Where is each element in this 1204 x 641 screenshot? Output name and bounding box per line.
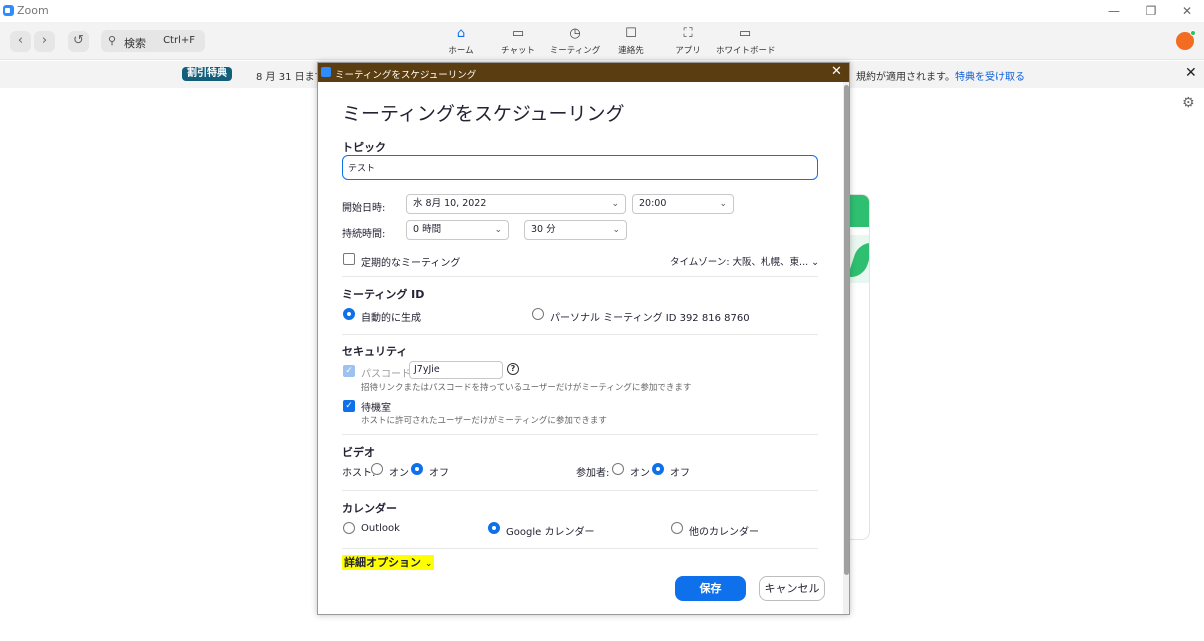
- save-button[interactable]: 保存: [675, 576, 746, 601]
- search-box[interactable]: ⚲ 検索 Ctrl+F: [101, 30, 205, 52]
- passcode-hint: 招待リンクまたはパスコードを持っているユーザーだけがミーティングに参加できます: [361, 383, 692, 393]
- promo-badge: 割引特典: [182, 67, 232, 81]
- dialog-window-title: ミーティングをスケジューリング: [335, 70, 477, 81]
- calendar-google-label: Google カレンダー: [506, 527, 595, 538]
- chevron-down-icon: ⌄: [612, 225, 620, 235]
- video-label: ビデオ: [342, 446, 375, 459]
- recurring-label: 定期的なミーティング: [361, 258, 461, 269]
- start-time-select[interactable]: 20:00 ⌄: [632, 194, 734, 214]
- meeting-id-personal-radio[interactable]: [532, 308, 544, 320]
- waiting-room-label: 待機室: [361, 403, 391, 414]
- video-host-off-label: オフ: [429, 468, 449, 479]
- clock-icon: ◷: [569, 26, 581, 41]
- zoom-logo-icon: [3, 5, 14, 16]
- video-participant-off-radio[interactable]: [652, 463, 664, 475]
- apps-icon: ⛶: [683, 26, 693, 41]
- chevron-down-icon: ⌄: [611, 199, 619, 209]
- duration-label: 持続時間:: [342, 229, 386, 240]
- recurring-checkbox[interactable]: [343, 253, 355, 265]
- scrollbar-thumb[interactable]: [844, 85, 849, 575]
- back-arrow-icon[interactable]: ‹: [10, 31, 31, 52]
- meeting-id-label: ミーティング ID: [342, 288, 425, 301]
- zoom-logo-icon: [321, 67, 331, 77]
- meeting-id-auto-radio[interactable]: [343, 308, 355, 320]
- gear-icon[interactable]: ⚙: [1182, 95, 1195, 111]
- video-participant-off-label: オフ: [670, 468, 690, 479]
- minimize-icon[interactable]: —: [1099, 2, 1129, 20]
- history-icon[interactable]: ↺: [68, 31, 89, 52]
- calendar-outlook-radio[interactable]: [343, 522, 355, 534]
- app-title: Zoom: [17, 4, 49, 17]
- topic-label: トピック: [342, 141, 386, 154]
- restore-icon[interactable]: ❐: [1136, 2, 1166, 20]
- meeting-id-personal-label: パーソナル ミーティング ID 392 816 8760: [550, 313, 750, 324]
- online-status-icon: [1190, 30, 1196, 36]
- close-window-icon[interactable]: ✕: [1172, 2, 1202, 20]
- home-icon: ⌂: [456, 26, 466, 41]
- passcode-checkbox: ✓: [343, 365, 355, 377]
- passcode-label: パスコード: [361, 369, 411, 380]
- meeting-id-auto-label: 自動的に生成: [361, 313, 421, 324]
- tab-whiteboard[interactable]: ▭ ホワイトボード: [716, 26, 776, 58]
- topic-input[interactable]: [342, 155, 818, 180]
- divider: [342, 276, 818, 277]
- chevron-down-icon: ⌄: [494, 225, 502, 235]
- search-shortcut: Ctrl+F: [163, 35, 195, 46]
- schedule-meeting-dialog: ミーティングをスケジューリング ✕ ミーティングをスケジューリング トピック 開…: [317, 62, 850, 615]
- advanced-options-toggle[interactable]: 詳細オプション ⌄: [342, 555, 435, 570]
- video-participant-label: 参加者:: [576, 468, 610, 479]
- duration-minutes-select[interactable]: 30 分 ⌄: [524, 220, 627, 240]
- dialog-titlebar: ミーティングをスケジューリング ✕: [318, 63, 849, 82]
- tab-home[interactable]: ⌂ ホーム: [432, 26, 490, 58]
- chevron-down-icon: ⌄: [719, 199, 727, 209]
- start-label: 開始日時:: [342, 203, 386, 214]
- tab-contacts[interactable]: ☐ 連絡先: [602, 26, 660, 58]
- chevron-down-icon: ⌄: [811, 257, 820, 268]
- chevron-down-icon: ⌄: [424, 559, 433, 569]
- contacts-icon: ☐: [625, 26, 637, 41]
- claim-offer-link[interactable]: 特典を受け取る: [955, 72, 1025, 83]
- calendar-outlook-label: Outlook: [361, 523, 400, 534]
- video-host-on-label: オン: [389, 468, 409, 479]
- search-label: 検索: [124, 37, 146, 50]
- chat-icon: ▭: [511, 26, 525, 41]
- calendar-other-radio[interactable]: [671, 522, 683, 534]
- waiting-room-checkbox[interactable]: ✓: [343, 400, 355, 412]
- banner-text-left: 8 月 31 日まで: [256, 72, 318, 83]
- forward-arrow-icon[interactable]: ›: [34, 31, 55, 52]
- video-host-off-radio[interactable]: [411, 463, 423, 475]
- tab-meetings[interactable]: ◷ ミーティング: [546, 26, 604, 58]
- divider: [342, 490, 818, 491]
- passcode-input[interactable]: J7yJie: [409, 361, 503, 379]
- divider: [342, 434, 818, 435]
- window-titlebar: Zoom — ❐ ✕: [0, 0, 1204, 22]
- calendar-google-radio[interactable]: [488, 522, 500, 534]
- video-participant-on-radio[interactable]: [612, 463, 624, 475]
- cancel-button[interactable]: キャンセル: [759, 576, 825, 601]
- calendar-other-label: 他のカレンダー: [689, 527, 759, 538]
- tab-chat[interactable]: ▭ チャット: [489, 26, 547, 58]
- banner-text-right: 規約が適用されます。特典を受け取る: [856, 72, 1025, 83]
- dialog-close-icon[interactable]: ✕: [831, 64, 842, 79]
- calendar-label: カレンダー: [342, 502, 397, 515]
- banner-close-icon[interactable]: ✕: [1185, 65, 1197, 81]
- divider: [342, 548, 818, 549]
- dialog-heading: ミーティングをスケジューリング: [342, 103, 625, 125]
- divider: [342, 334, 818, 335]
- tab-apps[interactable]: ⛶ アプリ: [659, 26, 717, 58]
- security-label: セキュリティ: [342, 345, 408, 358]
- waiting-room-hint: ホストに許可されたユーザーだけがミーティングに参加できます: [361, 416, 607, 426]
- video-host-on-radio[interactable]: [371, 463, 383, 475]
- timezone-select[interactable]: タイムゾーン: 大阪、札幌、東... ⌄: [670, 254, 819, 268]
- video-participant-on-label: オン: [630, 468, 650, 479]
- start-date-select[interactable]: 水 8月 10, 2022 ⌄: [406, 194, 626, 214]
- top-navbar: ‹ › ↺ ⚲ 検索 Ctrl+F ⌂ ホーム ▭ チャット ◷ ミーティング …: [0, 22, 1204, 60]
- duration-hours-select[interactable]: 0 時間 ⌄: [406, 220, 509, 240]
- help-icon[interactable]: ?: [507, 363, 519, 375]
- search-icon: ⚲: [108, 34, 117, 47]
- whiteboard-icon: ▭: [738, 26, 752, 41]
